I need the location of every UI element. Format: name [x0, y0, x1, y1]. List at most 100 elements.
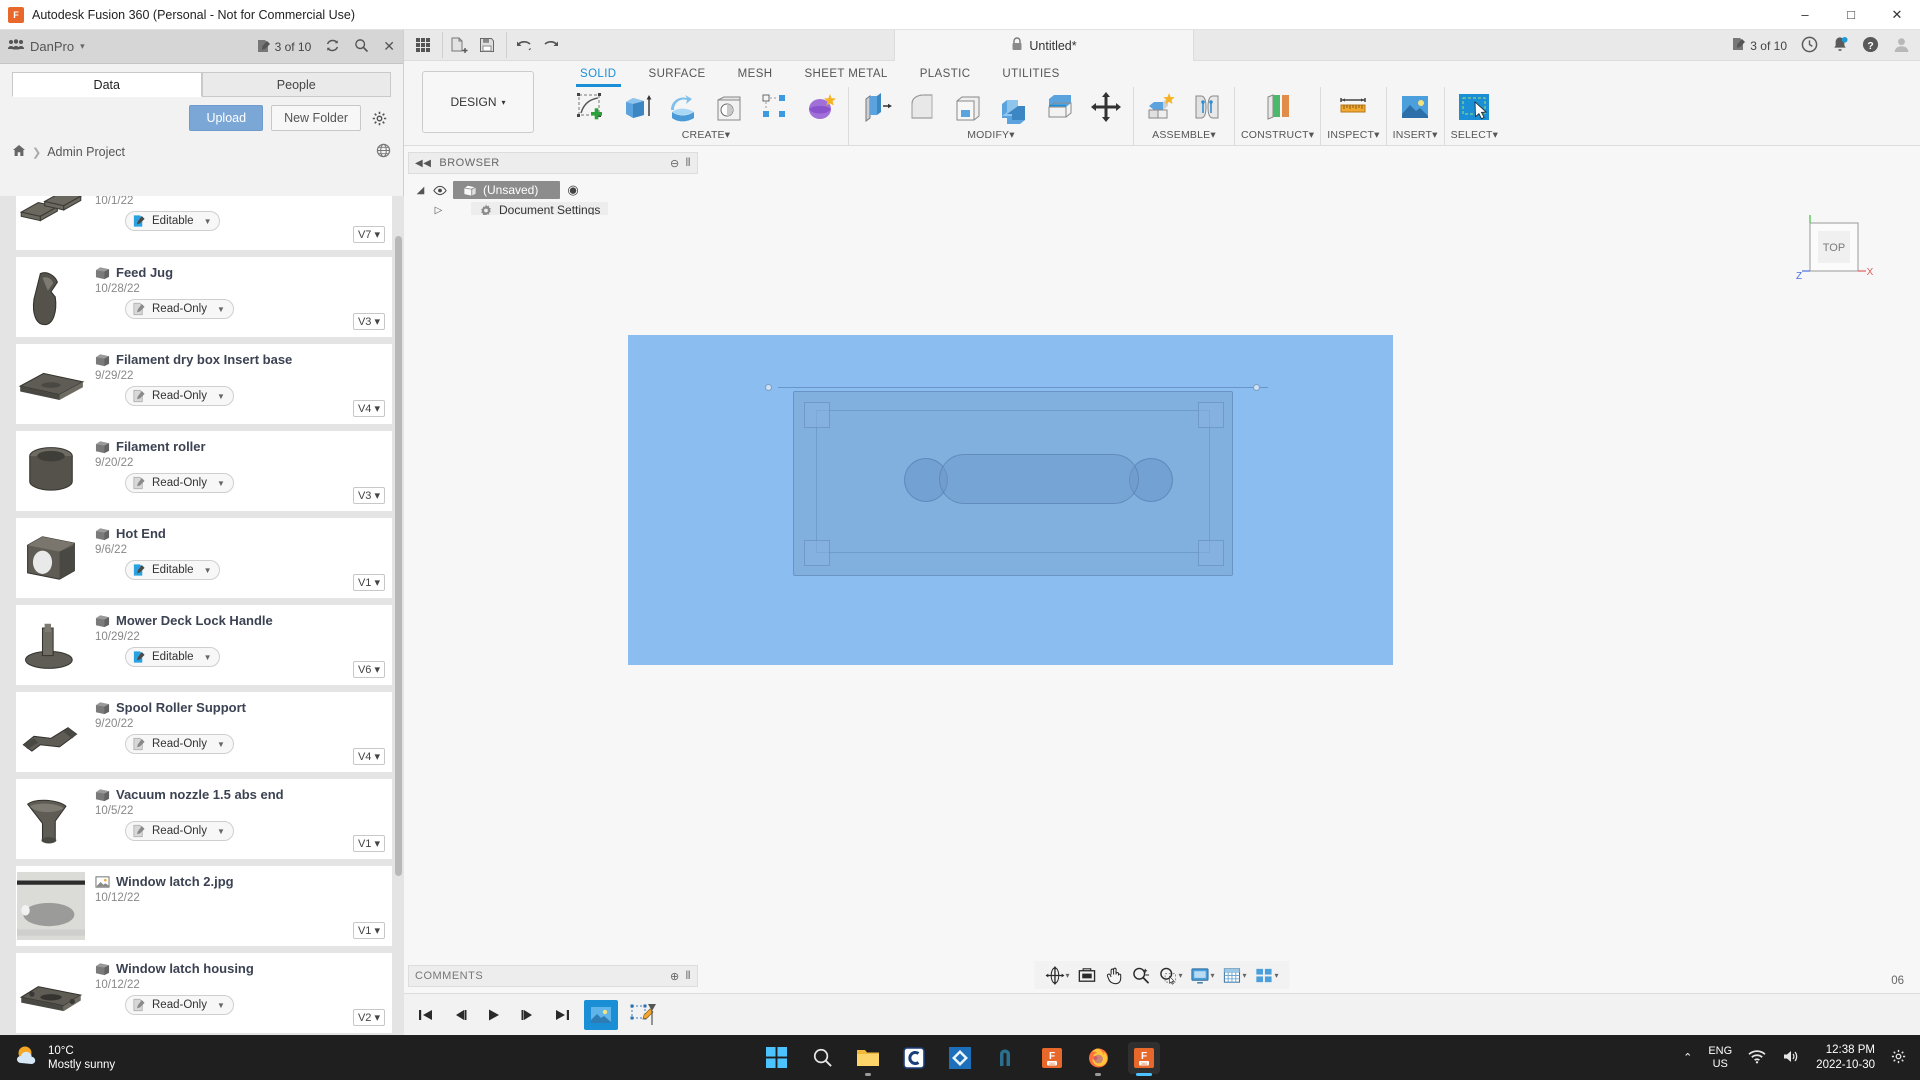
chevron-down-icon[interactable]: ▼ — [204, 653, 212, 662]
data-panel-scrollbar[interactable] — [395, 236, 402, 876]
ribbon-group-label[interactable]: ASSEMBLE▾ — [1152, 129, 1216, 141]
viewports-icon[interactable]: ▾ — [1252, 966, 1282, 985]
viewport-canvas[interactable]: Unsaved: Changes may be lost Save TOP Y … — [404, 215, 1920, 995]
list-item[interactable]: Feed Jug10/28/22Read-Only▼V3 ▾ — [16, 257, 392, 337]
volume-icon[interactable] — [1782, 1049, 1800, 1067]
play-icon[interactable] — [482, 1003, 506, 1027]
timeline-feature-canvas[interactable] — [584, 1000, 618, 1030]
canvas-image-selection[interactable] — [628, 335, 1393, 665]
chevron-down-icon[interactable]: ▼ — [204, 217, 212, 226]
pattern-icon[interactable] — [754, 87, 796, 127]
new-folder-button[interactable]: New Folder — [271, 105, 361, 131]
ribbon-group-label[interactable]: MODIFY▾ — [967, 129, 1015, 141]
grid-apps-icon[interactable] — [410, 32, 436, 58]
refresh-icon[interactable] — [325, 38, 340, 56]
permission-dropdown[interactable]: Editable▼ — [125, 560, 220, 580]
start-button[interactable] — [760, 1042, 792, 1074]
cura-app-icon[interactable] — [898, 1042, 930, 1074]
save-icon[interactable] — [474, 32, 500, 58]
permission-dropdown[interactable]: Read-Only▼ — [125, 995, 234, 1015]
list-item[interactable]: Vacuum nozzle 1.5 abs end10/5/22Read-Onl… — [16, 779, 392, 859]
list-item[interactable]: Mower Deck Lock Handle10/29/22Editable▼V… — [16, 605, 392, 685]
tab-data[interactable]: Data — [12, 72, 202, 97]
wifi-icon[interactable] — [1748, 1049, 1766, 1067]
help-icon[interactable]: ? — [1862, 36, 1879, 56]
offset-plane-icon[interactable] — [1257, 87, 1299, 127]
onshape-app-icon[interactable] — [990, 1042, 1022, 1074]
gear-icon[interactable] — [1891, 1049, 1906, 1067]
grip-icon[interactable]: ⦀ — [686, 157, 691, 170]
chevron-down-icon[interactable]: ▾ — [1275, 971, 1279, 980]
ribbon-group-label[interactable]: INSPECT▾ — [1327, 129, 1379, 141]
undo-icon[interactable] — [506, 32, 536, 58]
canvas-handle-left[interactable] — [765, 384, 772, 391]
item-version[interactable]: V4 ▾ — [353, 748, 385, 765]
measure-icon[interactable] — [1332, 87, 1374, 127]
offset-face-icon[interactable] — [1039, 87, 1081, 127]
activate-component-radio[interactable]: ◉ — [567, 182, 578, 198]
ribbon-group-label[interactable]: SELECT▾ — [1451, 129, 1499, 141]
grip-icon[interactable]: ⦀ — [686, 970, 691, 983]
search-icon[interactable] — [806, 1042, 838, 1074]
orbit-icon[interactable]: ▾ — [1042, 966, 1072, 985]
workspace-switcher[interactable]: DESIGN ▾ — [422, 71, 534, 133]
account-avatar[interactable] — [1893, 36, 1910, 56]
list-item[interactable]: Filament dry box Insert base9/29/22Read-… — [16, 344, 392, 424]
tab-people[interactable]: People — [202, 72, 392, 97]
minimize-button[interactable]: – — [1782, 0, 1828, 30]
chevron-down-icon[interactable]: ▼ — [217, 305, 225, 314]
gear-icon[interactable] — [369, 108, 389, 128]
form-icon[interactable] — [800, 87, 842, 127]
tree-twisty[interactable]: ◢ — [414, 185, 427, 196]
ribbon-tab-plastic[interactable]: PLASTIC — [904, 65, 987, 83]
fusion360-app-icon[interactable]: F360 — [1036, 1042, 1068, 1074]
collapse-browser-icon[interactable]: ◀◀ — [415, 158, 431, 169]
list-item[interactable]: Window latch 2.jpg10/12/22V1 ▾ — [16, 866, 392, 946]
permission-dropdown[interactable]: Read-Only▼ — [125, 386, 234, 406]
list-item[interactable]: 10/1/22Editable▼V7 ▾ — [16, 196, 392, 250]
list-item[interactable]: Hot End9/6/22Editable▼V1 ▾ — [16, 518, 392, 598]
look-at-icon[interactable] — [1074, 966, 1099, 985]
permission-dropdown[interactable]: Editable▼ — [125, 647, 220, 667]
joint-icon[interactable] — [1186, 87, 1228, 127]
minus-icon[interactable]: ⊖ — [670, 157, 680, 170]
item-version[interactable]: V3 ▾ — [353, 487, 385, 504]
file-explorer-icon[interactable] — [852, 1042, 884, 1074]
shell-icon[interactable] — [947, 87, 989, 127]
list-item[interactable]: Window latch housing10/12/22Read-Only▼V2… — [16, 953, 392, 1033]
firefox-app-icon[interactable] — [1082, 1042, 1114, 1074]
fusion360-active-icon[interactable]: F360 — [1128, 1042, 1160, 1074]
ribbon-tab-mesh[interactable]: MESH — [722, 65, 789, 83]
close-data-panel-icon[interactable]: ✕ — [383, 38, 395, 55]
add-comment-icon[interactable]: ⊕ — [670, 970, 680, 983]
revolve-icon[interactable] — [662, 87, 704, 127]
permission-dropdown[interactable]: Read-Only▼ — [125, 299, 234, 319]
project-selector[interactable]: DanPro ▾ — [8, 39, 85, 54]
chevron-down-icon[interactable]: ▼ — [217, 1001, 225, 1010]
item-version[interactable]: V2 ▾ — [353, 1009, 385, 1026]
language-indicator[interactable]: ENG US — [1708, 1045, 1732, 1071]
new-document-icon[interactable] — [442, 32, 472, 58]
visibility-toggle-icon[interactable] — [432, 185, 448, 196]
upload-button[interactable]: Upload — [189, 105, 263, 131]
weather-widget[interactable]: 10°C Mostly sunny — [14, 1043, 115, 1072]
ribbon-tab-utilities[interactable]: UTILITIES — [986, 65, 1075, 83]
item-version[interactable]: V6 ▾ — [353, 661, 385, 678]
item-version[interactable]: V3 ▾ — [353, 313, 385, 330]
view-cube[interactable]: TOP Y Z X — [1782, 215, 1882, 295]
document-tab-untitled[interactable]: Untitled* — [894, 30, 1194, 61]
bell-icon[interactable] — [1832, 36, 1848, 56]
grid-snaps-icon[interactable]: ▾ — [1220, 966, 1250, 985]
ribbon-group-label[interactable]: INSERT▾ — [1393, 129, 1438, 141]
permission-dropdown[interactable]: Read-Only▼ — [125, 821, 234, 841]
chevron-down-icon[interactable]: ▾ — [1178, 971, 1182, 980]
chevron-down-icon[interactable]: ▼ — [204, 566, 212, 575]
clock[interactable]: 12:38 PM 2022-10-30 — [1816, 1043, 1875, 1073]
zoom-icon[interactable] — [1128, 966, 1153, 985]
breadcrumb-current[interactable]: Admin Project — [47, 145, 125, 159]
chevron-down-icon[interactable]: ▼ — [217, 392, 225, 401]
chevron-down-icon[interactable]: ▾ — [1243, 971, 1247, 980]
new-component-icon[interactable] — [1140, 87, 1182, 127]
list-item[interactable]: Spool Roller Support9/20/22Read-Only▼V4 … — [16, 692, 392, 772]
chevron-down-icon[interactable]: ▾ — [1210, 971, 1214, 980]
